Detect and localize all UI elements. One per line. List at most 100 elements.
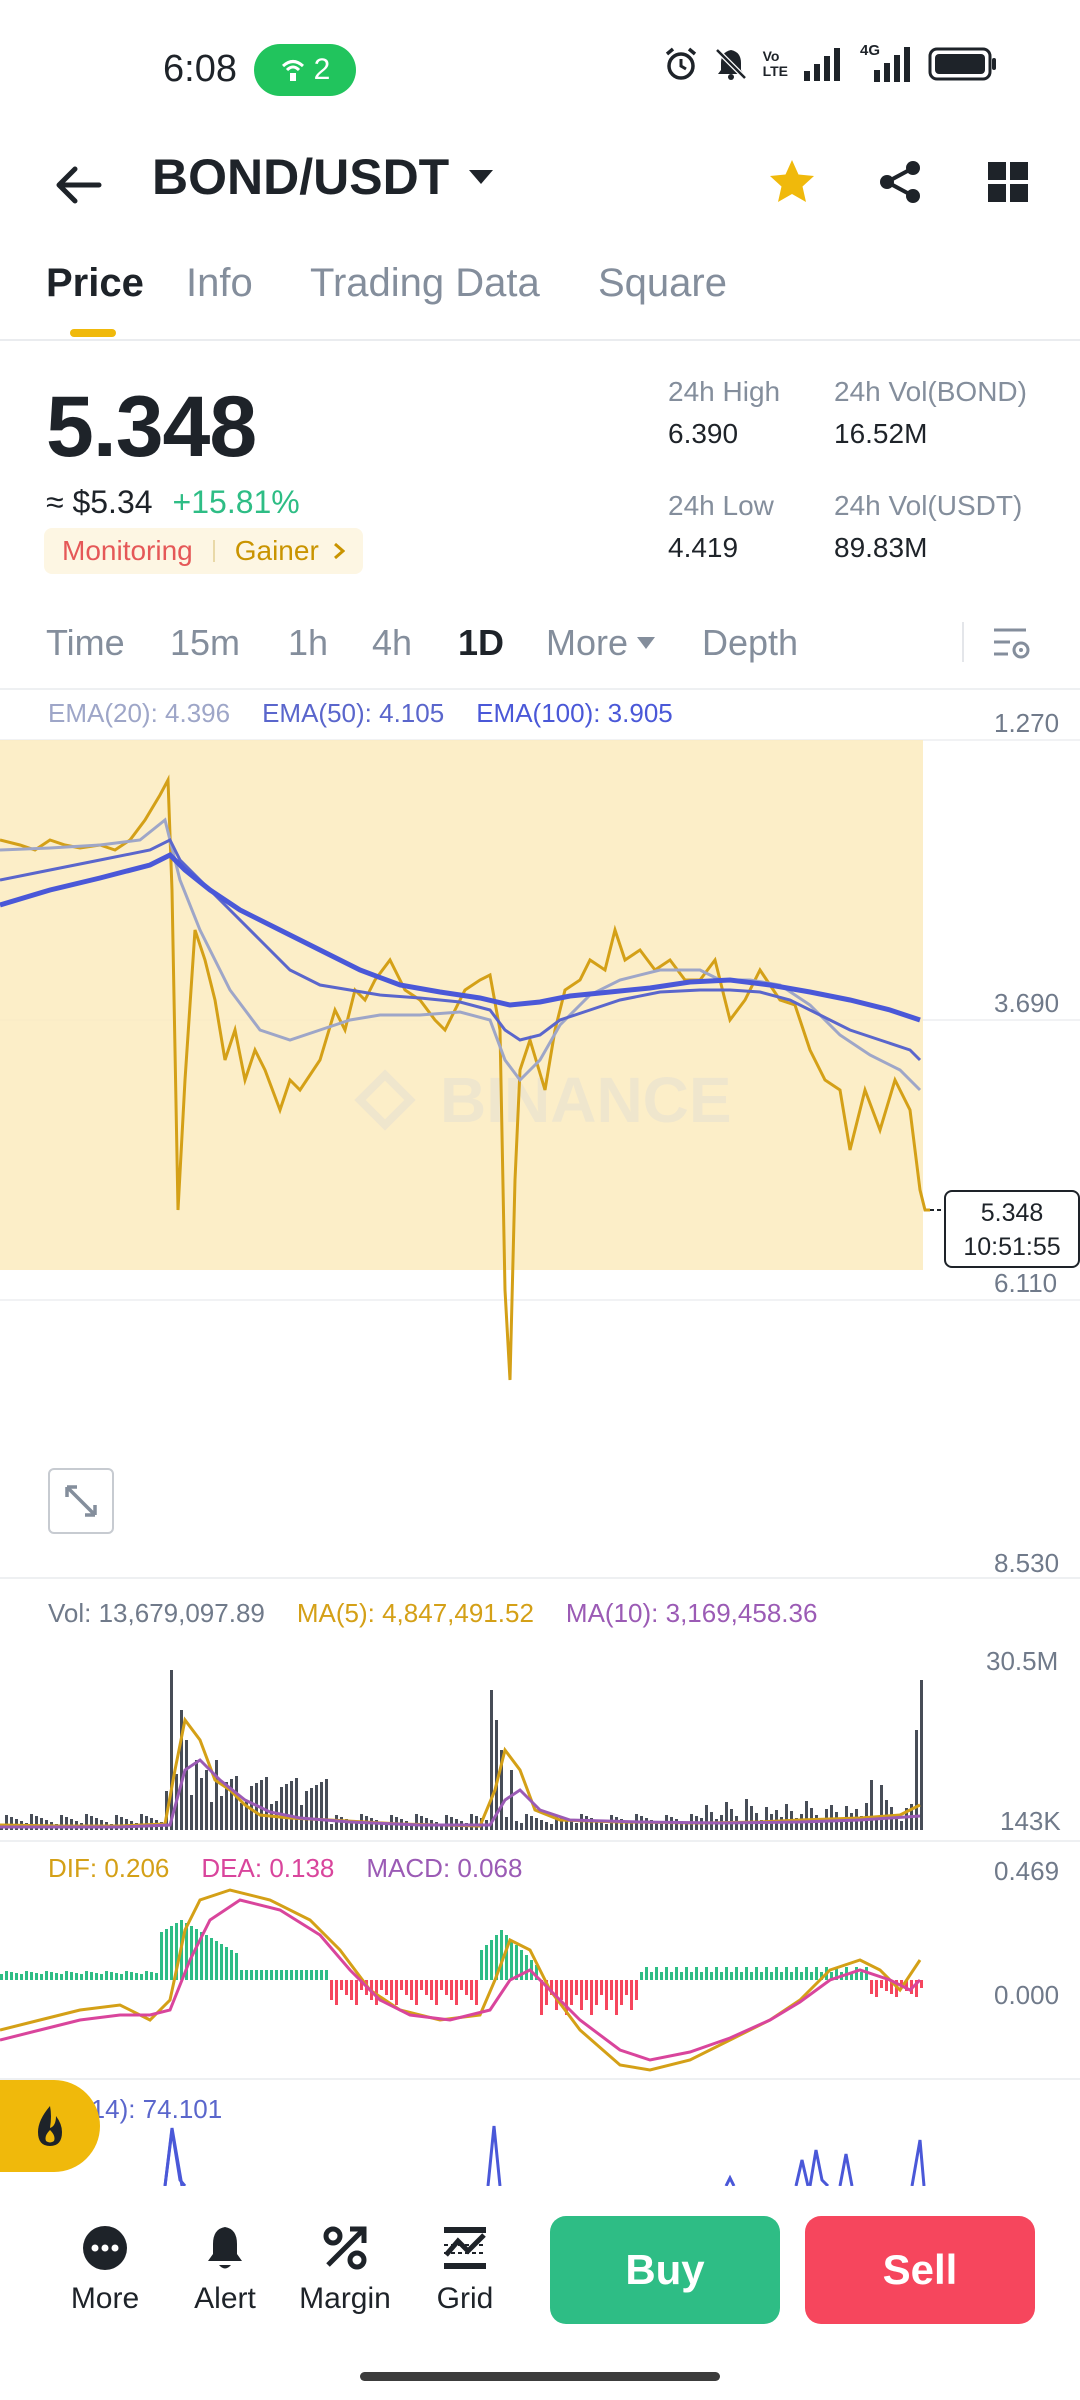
volume-bar [280, 1787, 283, 1830]
macd-bar [130, 1972, 133, 1980]
volume-bar [235, 1776, 238, 1830]
interval-time[interactable]: Time [46, 622, 125, 664]
status-icons: Vo LTE 4G [663, 42, 998, 82]
macd-bar [430, 1980, 433, 2000]
macd-bar [720, 1972, 723, 1980]
interval-15m[interactable]: 15m [170, 622, 240, 664]
interval-1h[interactable]: 1h [288, 622, 328, 664]
buy-button[interactable]: Buy [550, 2216, 780, 2324]
stat-low-label: 24h Low [668, 490, 774, 521]
interval-more[interactable]: More [546, 622, 656, 664]
macd-bar [505, 1935, 508, 1980]
macd-bar [240, 1970, 243, 1980]
macd-bar [95, 1973, 98, 1980]
macd-bar [270, 1970, 273, 1980]
pair-title: BOND/USDT [152, 149, 450, 205]
fullscreen-button[interactable] [48, 1468, 114, 1534]
macd-bar [795, 1967, 798, 1980]
macd-bar [325, 1970, 328, 1980]
interval-1d[interactable]: 1D [458, 622, 504, 664]
macd-bar [450, 1980, 453, 2000]
chart-settings-button[interactable] [984, 616, 1040, 672]
hotspot-indicator[interactable]: 2 [254, 44, 356, 96]
macd-bar [280, 1970, 283, 1980]
interval-depth[interactable]: Depth [702, 622, 798, 664]
macd-bar [800, 1972, 803, 1980]
macd-bar [120, 1974, 123, 1980]
macd-bar [220, 1944, 223, 1980]
favorite-button[interactable] [760, 150, 824, 214]
macd-bar [630, 1980, 633, 2010]
macd-bar [625, 1980, 628, 1995]
macd-bar [250, 1970, 253, 1980]
macd-bar [380, 1980, 383, 1990]
macd-bar [395, 1980, 398, 2005]
volume-bar [750, 1806, 753, 1830]
stat-vol-base-value: 16.52M [834, 418, 928, 449]
stats-col-2: 24h Vol(BOND) 16.52M 24h Vol(USDT) 89.83… [834, 376, 1027, 564]
macd-bar [65, 1971, 68, 1980]
alert-button[interactable]: Alert [170, 2220, 280, 2316]
macd-bar [295, 1970, 298, 1980]
tab-square[interactable]: Square [598, 261, 727, 306]
tab-trading-data[interactable]: Trading Data [310, 261, 540, 306]
coin-tags[interactable]: Monitoring Gainer [44, 528, 363, 574]
home-indicator[interactable] [360, 2372, 720, 2381]
vol-label: Vol: 13,679,097.89 [48, 1598, 265, 1628]
macd-bars [0, 1920, 923, 2015]
share-icon [880, 161, 920, 203]
macd-bar [480, 1950, 483, 1980]
grid-layout-icon [988, 162, 1028, 202]
signal-icon-1 [804, 48, 840, 81]
pair-selector[interactable]: BOND/USDT [152, 148, 495, 206]
volume-chart [0, 1670, 923, 1830]
tag-gainer: Gainer [235, 535, 345, 567]
macd-bar [725, 1967, 728, 1980]
macd-bar [615, 1980, 618, 2015]
mute-icon [714, 48, 747, 80]
macd-bar [285, 1970, 288, 1980]
macd-bar [810, 1972, 813, 1980]
grid-button[interactable]: Grid [410, 2220, 520, 2316]
volume-bar [765, 1807, 768, 1830]
back-button[interactable] [44, 150, 114, 220]
stat-vol-base-label: 24h Vol(BOND) [834, 376, 1027, 407]
alert-label: Alert [194, 2282, 256, 2315]
volume-bar [215, 1760, 218, 1830]
volume-bar [710, 1812, 713, 1830]
macd-bar [385, 1980, 388, 1995]
tag-gainer-label: Gainer [234, 535, 319, 566]
macd-bar [600, 1980, 603, 1995]
volume-bar [675, 1819, 678, 1830]
caret-down-icon [469, 170, 494, 184]
hot-button[interactable] [0, 2080, 100, 2172]
layout-button[interactable] [976, 150, 1040, 214]
volume-bar [145, 1816, 148, 1830]
margin-button[interactable]: Margin [290, 2220, 400, 2316]
stat-high-value: 6.390 [668, 418, 739, 449]
macd-bar [105, 1971, 108, 1980]
macd-bar [755, 1967, 758, 1980]
macd-bar [245, 1970, 248, 1980]
active-tab-indicator [70, 329, 116, 337]
sell-button[interactable]: Sell [805, 2216, 1035, 2324]
macd-bar [230, 1950, 233, 1980]
macd-bar [315, 1970, 318, 1980]
rsi-chart [163, 2125, 926, 2186]
grid-bot-icon [444, 2227, 486, 2269]
share-button[interactable] [868, 150, 932, 214]
more-button[interactable]: More [50, 2220, 160, 2316]
highlight-zone [0, 740, 923, 1270]
vol-ma5-label: MA(5): 4,847,491.52 [296, 1598, 534, 1628]
stats-col-1: 24h High 6.390 24h Low 4.419 [668, 376, 780, 564]
macd-bar [35, 1973, 38, 1980]
tab-info[interactable]: Info [186, 261, 253, 306]
interval-4h[interactable]: 4h [372, 622, 412, 664]
volume-bar [575, 1823, 578, 1830]
macd-bar [490, 1940, 493, 1980]
tab-price[interactable]: Price [46, 261, 144, 306]
macd-bar [445, 1980, 448, 1995]
price-chart[interactable]: BINANCE [0, 730, 1080, 1580]
volume-bar [170, 1670, 173, 1830]
macd-bar [660, 1972, 663, 1980]
